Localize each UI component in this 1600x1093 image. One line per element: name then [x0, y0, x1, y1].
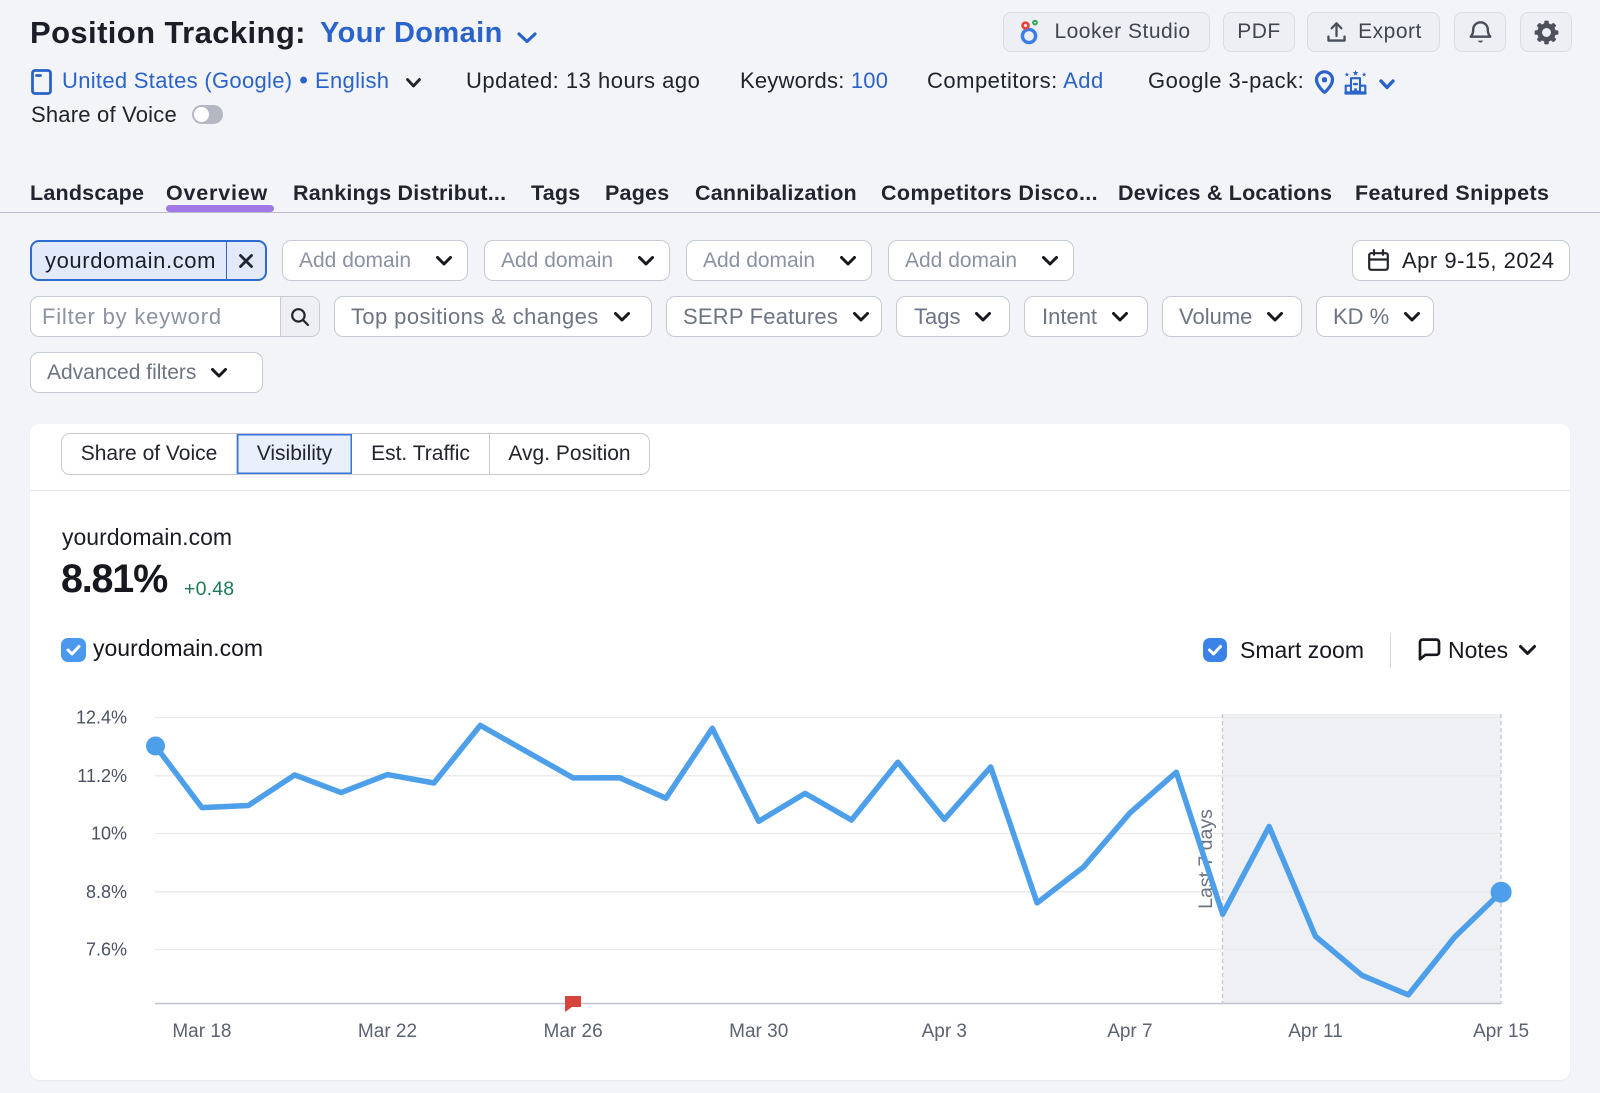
svg-text:Apr 3: Apr 3 — [922, 1021, 967, 1042]
svg-text:Apr 15: Apr 15 — [1473, 1021, 1529, 1042]
svg-text:10%: 10% — [91, 824, 127, 844]
svg-text:Mar 26: Mar 26 — [544, 1021, 603, 1042]
svg-text:Mar 22: Mar 22 — [358, 1021, 417, 1042]
svg-text:11.2%: 11.2% — [77, 766, 127, 786]
svg-text:8.8%: 8.8% — [86, 882, 127, 902]
svg-text:Apr 7: Apr 7 — [1107, 1021, 1152, 1042]
svg-text:7.6%: 7.6% — [86, 940, 127, 960]
svg-text:Apr 11: Apr 11 — [1288, 1021, 1343, 1042]
svg-text:12.4%: 12.4% — [76, 708, 127, 728]
svg-text:Mar 30: Mar 30 — [729, 1021, 788, 1042]
svg-text:Mar 18: Mar 18 — [172, 1021, 231, 1042]
